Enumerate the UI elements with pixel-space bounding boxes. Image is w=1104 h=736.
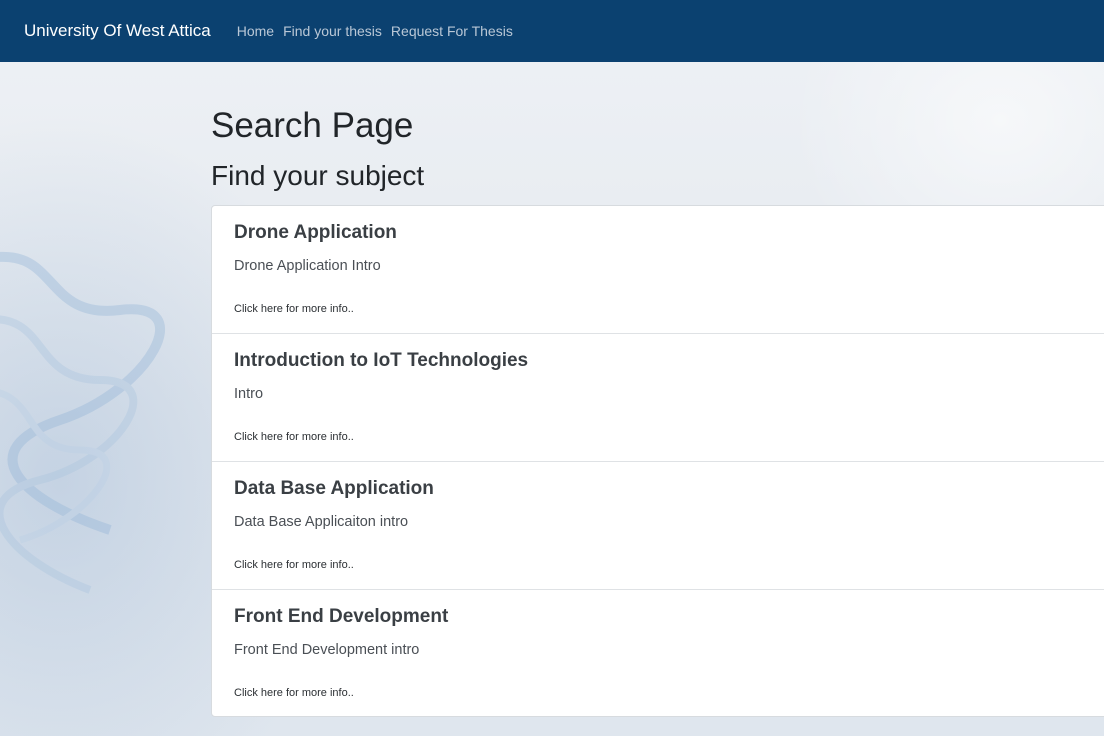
subject-intro: Front End Development intro: [234, 642, 420, 658]
list-item: Data Base Application Data Base Applicai…: [212, 462, 1104, 590]
more-info-link[interactable]: Click here for more info..: [234, 431, 354, 443]
subject-title: Introduction to IoT Technologies: [234, 350, 529, 371]
subject-list: Drone Application Drone Application Intr…: [211, 205, 1104, 717]
more-info-link[interactable]: Click here for more info..: [234, 687, 354, 699]
subject-title: Data Base Application: [234, 478, 434, 499]
subject-title: Front End Development: [234, 606, 449, 627]
nav-link-find-your-thesis[interactable]: Find your thesis: [283, 23, 382, 39]
more-info-link[interactable]: Click here for more info..: [234, 303, 354, 315]
brand-link[interactable]: University Of West Attica: [24, 21, 211, 41]
list-item: Introduction to IoT Technologies Intro C…: [212, 334, 1104, 462]
nav-link-request-for-thesis[interactable]: Request For Thesis: [391, 23, 513, 39]
subject-intro: Data Base Applicaiton intro: [234, 514, 409, 530]
page-title: Search Page: [211, 106, 414, 145]
page-subtitle: Find your subject: [211, 160, 425, 191]
more-info-link[interactable]: Click here for more info..: [234, 559, 354, 571]
subject-title: Drone Application: [234, 222, 397, 243]
subject-intro: Intro: [234, 386, 264, 402]
subject-intro: Drone Application Intro: [234, 258, 381, 274]
list-item: Drone Application Drone Application Intr…: [212, 206, 1104, 334]
top-navbar: University Of West Attica Home Find your…: [0, 0, 1104, 62]
nav-link-home[interactable]: Home: [237, 23, 274, 39]
list-item: Front End Development Front End Developm…: [212, 590, 1104, 716]
